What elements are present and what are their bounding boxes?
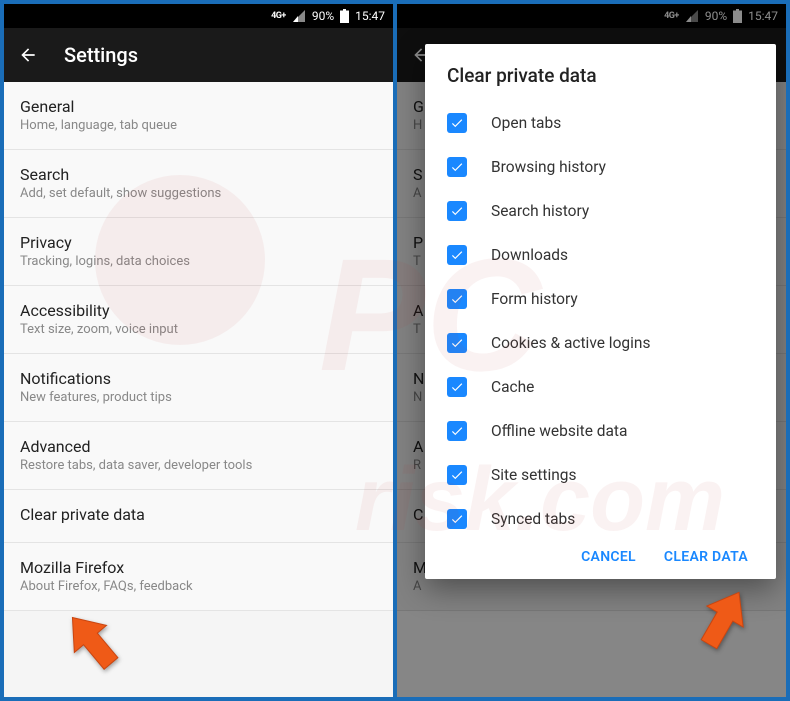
checkbox-checked-icon[interactable] — [447, 157, 467, 177]
checkbox-checked-icon[interactable] — [447, 377, 467, 397]
clock: 15:47 — [355, 9, 385, 23]
back-arrow-icon[interactable] — [18, 45, 38, 65]
settings-item-title: Mozilla Firefox — [20, 558, 377, 577]
network-indicator: 4G+ — [271, 11, 286, 21]
settings-item[interactable]: Accessibility Text size, zoom, voice inpu… — [4, 286, 393, 354]
checkbox-checked-icon[interactable] — [447, 421, 467, 441]
signal-icon — [292, 10, 306, 22]
settings-item-title: Advanced — [20, 437, 377, 456]
checkbox-checked-icon[interactable] — [447, 509, 467, 529]
checkbox-checked-icon[interactable] — [447, 201, 467, 221]
checkbox-label: Open tabs — [491, 114, 561, 132]
settings-item-subtitle: Tracking, logins, data choices — [20, 254, 377, 269]
battery-icon — [340, 9, 349, 23]
clear-data-button[interactable]: CLEAR DATA — [664, 549, 748, 565]
settings-item-subtitle: Home, language, tab queue — [20, 118, 377, 133]
checkbox-checked-icon[interactable] — [447, 465, 467, 485]
checkbox-row[interactable]: Downloads — [447, 233, 754, 277]
cancel-button[interactable]: CANCEL — [581, 549, 636, 565]
checkbox-row[interactable]: Browsing history — [447, 145, 754, 189]
dialog-actions: CANCEL CLEAR DATA — [447, 549, 754, 565]
highlight-arrow-icon — [62, 606, 124, 682]
checkbox-checked-icon[interactable] — [447, 113, 467, 133]
settings-item[interactable]: General Home, language, tab queue — [4, 82, 393, 150]
settings-item-title: Notifications — [20, 369, 377, 388]
settings-list[interactable]: General Home, language, tab queue Search Ad… — [4, 82, 393, 611]
checkbox-label: Cookies & active logins — [491, 334, 650, 352]
checkbox-label: Offline website data — [491, 422, 627, 440]
settings-item[interactable]: Notifications New features, product tips — [4, 354, 393, 422]
checkbox-row[interactable]: Synced tabs — [447, 497, 754, 541]
checkbox-label: Site settings — [491, 466, 577, 484]
settings-item[interactable]: Mozilla Firefox About Firefox, FAQs, feed… — [4, 543, 393, 611]
checkbox-row[interactable]: Form history — [447, 277, 754, 321]
settings-item[interactable]: Clear private data — [4, 490, 393, 543]
checkbox-row[interactable]: Site settings — [447, 453, 754, 497]
checkbox-checked-icon[interactable] — [447, 333, 467, 353]
checkbox-row[interactable]: Cache — [447, 365, 754, 409]
phone-left: 4G+ 90% 15:47 Settings General Home, lang… — [4, 4, 393, 697]
checkbox-row[interactable]: Cookies & active logins — [447, 321, 754, 365]
settings-item-title: General — [20, 97, 377, 116]
page-title: Settings — [64, 43, 138, 67]
settings-item-subtitle: Text size, zoom, voice input — [20, 322, 377, 337]
checkbox-row[interactable]: Open tabs — [447, 101, 754, 145]
clear-private-data-dialog: Clear private data Open tabs Browsing his… — [425, 44, 776, 579]
checkbox-label: Browsing history — [491, 158, 606, 176]
checkbox-label: Synced tabs — [491, 510, 575, 528]
settings-item-subtitle: About Firefox, FAQs, feedback — [20, 579, 377, 594]
checkbox-label: Search history — [491, 202, 589, 220]
dialog-title: Clear private data — [447, 64, 754, 87]
highlight-arrow-icon — [692, 584, 754, 660]
settings-item-title: Clear private data — [20, 505, 377, 524]
checkbox-label: Form history — [491, 290, 578, 308]
checkbox-label: Downloads — [491, 246, 568, 264]
checkbox-checked-icon[interactable] — [447, 289, 467, 309]
status-bar: 4G+ 90% 15:47 — [4, 4, 393, 28]
settings-item-title: Privacy — [20, 233, 377, 252]
app-bar: Settings — [4, 28, 393, 82]
settings-item-title: Accessibility — [20, 301, 377, 320]
settings-item-subtitle: Restore tabs, data saver, developer tool… — [20, 458, 377, 473]
checkbox-row[interactable]: Search history — [447, 189, 754, 233]
phone-right: 4G+ 90% 15:47 GHSAPTATNNARCMA Clear priv… — [397, 4, 786, 697]
settings-item[interactable]: Privacy Tracking, logins, data choices — [4, 218, 393, 286]
checkbox-row[interactable]: Offline website data — [447, 409, 754, 453]
checkbox-label: Cache — [491, 378, 534, 396]
settings-item-subtitle: New features, product tips — [20, 390, 377, 405]
settings-item-subtitle: Add, set default, show suggestions — [20, 186, 377, 201]
settings-item[interactable]: Search Add, set default, show suggestions — [4, 150, 393, 218]
settings-item-title: Search — [20, 165, 377, 184]
settings-item[interactable]: Advanced Restore tabs, data saver, develo… — [4, 422, 393, 490]
checkbox-checked-icon[interactable] — [447, 245, 467, 265]
battery-percent: 90% — [312, 9, 334, 23]
